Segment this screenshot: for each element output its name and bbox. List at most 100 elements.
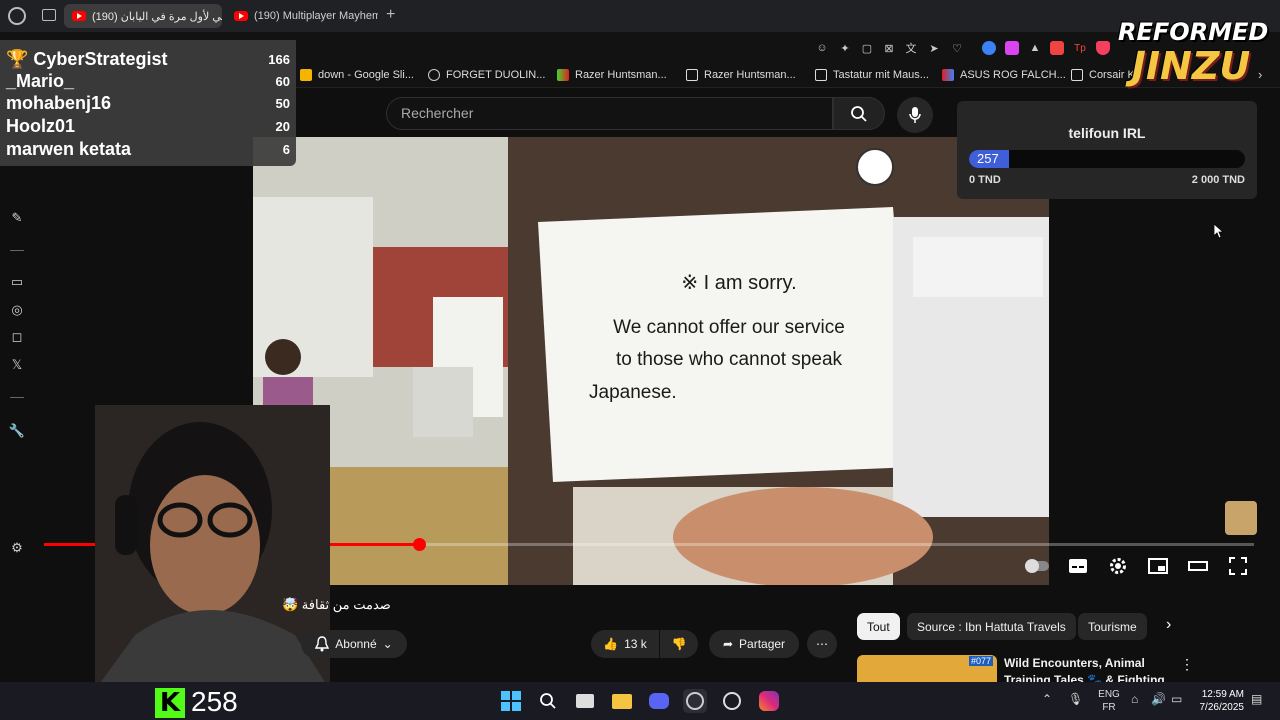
microphone-icon [909, 107, 921, 123]
recommendation-menu-button[interactable]: ⋮ [1180, 656, 1194, 673]
chip-tourism[interactable]: Tourisme [1078, 613, 1147, 640]
streamer-webcam [95, 405, 330, 690]
app-icon [723, 692, 741, 710]
workspace-icon[interactable] [42, 9, 56, 21]
tray-chevron-icon[interactable]: ⌃ [1042, 692, 1052, 706]
settings-button[interactable] [1107, 556, 1129, 576]
new-tab-button[interactable]: + [386, 6, 395, 24]
wrench-icon[interactable]: 🔧 [8, 422, 26, 440]
language-indicator[interactable]: ENG FR [1097, 688, 1121, 714]
chip-all[interactable]: Tout [857, 613, 900, 640]
tab-active[interactable]: (190) عربي لأول مرة في اليابان [64, 4, 222, 28]
translate-extension-icon[interactable]: 文 [904, 41, 918, 55]
leaderboard-overlay: 🏆 CyberStrategist 166 _Mario_ 60 mohaben… [0, 40, 296, 166]
goal-min: 0 TND [969, 174, 1001, 186]
bookmark-item[interactable]: down - Google Sli... [300, 67, 414, 83]
fullscreen-icon [1229, 557, 1247, 575]
streamer-brand-logo: REFORMED JINZU [1118, 18, 1269, 90]
microphone-tray-icon[interactable]: 🎙 [1068, 692, 1083, 706]
folder-icon [612, 693, 632, 709]
discord-icon [649, 693, 669, 709]
voice-search-button[interactable] [897, 97, 933, 133]
brand-line-1: REFORMED [1118, 18, 1269, 46]
autoplay-toggle[interactable] [1024, 556, 1050, 576]
pen-icon[interactable]: ✎ [8, 209, 26, 227]
search-button[interactable] [833, 97, 885, 130]
asus-icon [942, 69, 954, 81]
divider [10, 250, 24, 251]
goal-max: 2 000 TND [1191, 174, 1245, 186]
task-view-icon [576, 694, 594, 708]
discord-button[interactable] [647, 689, 671, 713]
start-button[interactable] [499, 689, 523, 713]
leaderboard-row: 🏆 CyberStrategist 166 [6, 48, 290, 69]
screenshot-extension-icon[interactable]: ▢ [860, 41, 874, 55]
red-extension-icon[interactable] [1050, 41, 1064, 55]
notification-icon[interactable]: ▤ [1251, 692, 1262, 706]
tab-title: (190) Multiplayer Mayhem [254, 10, 378, 22]
share-button[interactable]: ➦ Partager [709, 630, 799, 658]
taskbar-search-button[interactable] [536, 689, 560, 713]
chevron-right-icon[interactable]: › [1166, 616, 1171, 634]
browser-taskbar-button[interactable] [683, 689, 707, 713]
channel-watermark[interactable] [1225, 501, 1257, 535]
task-view-button[interactable] [573, 689, 597, 713]
twitch-icon[interactable]: ▭ [8, 273, 26, 291]
theater-mode-button[interactable] [1187, 556, 1209, 576]
heart-extension-icon[interactable]: ♡ [950, 41, 964, 55]
network-icon[interactable]: ⌂ [1131, 692, 1138, 706]
bookmark-item[interactable]: Razer Huntsman... [686, 67, 796, 83]
bookmark-item[interactable]: Razer Huntsman... [557, 67, 667, 83]
instagram-icon[interactable]: ◻ [8, 328, 26, 346]
video-player[interactable]: ※ I am sorry. We cannot offer our servic… [253, 137, 1049, 585]
mouse-cursor-icon [1214, 224, 1223, 238]
vpn-extension-icon[interactable] [982, 41, 996, 55]
miniplayer-button[interactable] [1147, 556, 1169, 576]
instagram-taskbar-button[interactable] [757, 689, 781, 713]
app-taskbar-button[interactable] [720, 689, 744, 713]
emoji-extension-icon[interactable]: ☺ [815, 41, 829, 55]
volume-icon[interactable]: 🔊 [1151, 692, 1166, 706]
recommendation-title-line-2[interactable]: Training Tales 🐾 & Fighting [1004, 673, 1165, 682]
subscribe-button[interactable]: Abonné ⌄ [301, 630, 407, 658]
tp-extension-icon[interactable]: Tp [1073, 41, 1087, 55]
subtitles-button[interactable] [1067, 556, 1089, 576]
x-icon[interactable]: 𝕏 [8, 356, 26, 374]
block-extension-icon[interactable]: ⊠ [882, 41, 896, 55]
u-extension-icon[interactable] [1005, 41, 1019, 55]
razer-icon [557, 69, 569, 81]
video-title: صدمت من ثقافة 🤯 [282, 597, 391, 612]
send-extension-icon[interactable]: ➤ [927, 41, 941, 55]
chip-source[interactable]: Source : Ibn Hattuta Travels [907, 613, 1076, 640]
pin-extension-icon[interactable]: ✦ [838, 41, 852, 55]
like-button[interactable]: 👍 13 k [591, 630, 659, 658]
sign-line-2: We cannot offer our service [613, 317, 845, 338]
dislike-button[interactable]: 👎 [660, 630, 698, 658]
recommendation-thumbnail[interactable]: #077 [857, 655, 997, 682]
kick-logo: K [155, 688, 185, 718]
goal-progress-fill: 257 [969, 150, 1009, 168]
bookmark-item[interactable]: FORGET DUOLIN... [428, 67, 545, 83]
leaderboard-row: mohabenj16 50 [6, 92, 290, 113]
tab-title: (190) عربي لأول مرة في اليابان [92, 10, 222, 23]
clock[interactable]: 12:59 AM 7/26/2025 [1192, 688, 1245, 714]
file-explorer-button[interactable] [610, 689, 634, 713]
rocket-extension-icon[interactable]: ▲ [1028, 41, 1042, 55]
messenger-icon[interactable]: ◎ [8, 301, 26, 319]
battery-icon[interactable]: ▭ [1171, 692, 1182, 706]
sign-line-4: Japanese. [589, 382, 677, 403]
share-icon: ➦ [722, 637, 734, 651]
more-actions-button[interactable]: ⋯ [807, 630, 837, 658]
settings-icon[interactable]: ⚙ [8, 539, 26, 557]
browser-logo-icon[interactable] [8, 7, 26, 25]
bookmark-item[interactable]: ASUS ROG FALCH... [942, 67, 1066, 83]
miniplayer-icon [1148, 558, 1168, 574]
windows-icon [501, 691, 521, 711]
recommendation-title[interactable]: Wild Encounters, Animal [1004, 656, 1145, 670]
shield-extension-icon[interactable] [1096, 41, 1110, 55]
search-input[interactable]: Rechercher [386, 97, 833, 130]
bookmark-item[interactable]: Tastatur mit Maus... [815, 67, 929, 83]
fullscreen-button[interactable] [1227, 556, 1249, 576]
tab-inactive[interactable]: (190) Multiplayer Mayhem [226, 4, 378, 28]
progress-scrubber[interactable] [413, 538, 427, 551]
